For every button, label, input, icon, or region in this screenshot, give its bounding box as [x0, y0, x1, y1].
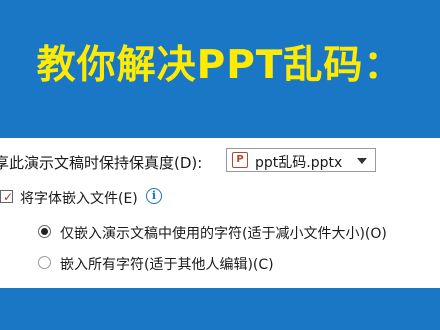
checkmark-icon: ✓ [3, 190, 14, 204]
radio-selected-dot [41, 228, 48, 235]
chevron-down-icon [357, 158, 367, 164]
bottom-bar [0, 288, 440, 330]
file-select-value: ppt乱码.pptx [255, 155, 343, 171]
fidelity-heading: 享此演示文稿时保持保真度(D): [0, 154, 203, 172]
powerpoint-file-icon: P [232, 152, 248, 168]
embed-fonts-label[interactable]: 将字体嵌入文件(E) [20, 188, 138, 208]
fidelity-row: 享此演示文稿时保持保真度(D): P ppt乱码.pptx [0, 148, 440, 174]
radio-embed-used-chars[interactable] [38, 225, 51, 238]
radio-embed-used-chars-label[interactable]: 仅嵌入演示文稿中使用的字符(适于减小文件大小)(O) [60, 223, 387, 243]
radio-embed-all-chars[interactable] [38, 256, 51, 269]
embed-fonts-checkbox[interactable]: ✓ [0, 190, 14, 204]
info-icon[interactable]: i [146, 188, 162, 204]
banner-title: 教你解决PPT乱码： [36, 43, 404, 88]
radio-embed-all-chars-label[interactable]: 嵌入所有字符(适于其他人编辑)(C) [60, 254, 274, 274]
file-select-dropdown[interactable]: P ppt乱码.pptx [226, 148, 376, 172]
title-banner: 教你解决PPT乱码： [0, 0, 440, 130]
